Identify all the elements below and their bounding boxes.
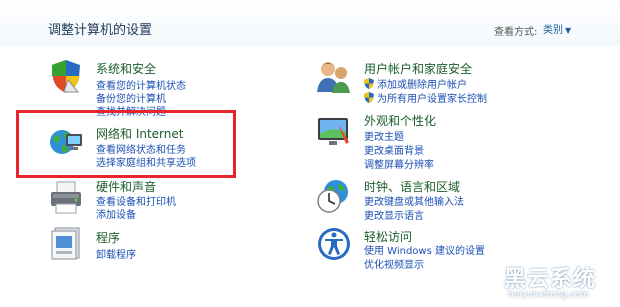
- link-desktop-background[interactable]: 更改桌面背景: [364, 142, 424, 157]
- view-by-dropdown[interactable]: 类别 ▼: [543, 21, 571, 36]
- category-title[interactable]: 外观和个性化: [364, 112, 436, 129]
- dropdown-arrow-icon: ▼: [565, 26, 572, 35]
- link-change-display-language[interactable]: 更改显示语言: [364, 207, 424, 222]
- view-by-value: 类别: [543, 25, 563, 36]
- link-add-remove-users[interactable]: 添加或删除用户帐户: [364, 76, 467, 91]
- category-title[interactable]: 用户帐户和家庭安全: [364, 60, 472, 77]
- link-optimize-visual-display[interactable]: 优化视频显示: [364, 256, 424, 271]
- link-label: 为所有用户设置家长控制: [377, 94, 487, 105]
- category-title[interactable]: 系统和安全: [96, 60, 156, 77]
- security-shield-icon: [52, 60, 80, 93]
- appearance-monitor-icon: [318, 118, 349, 145]
- watermark: 黑云系统 heiyunxitong.com: [458, 258, 620, 307]
- link-change-theme[interactable]: 更改主题: [364, 128, 404, 143]
- link-add-device[interactable]: 添加设备: [96, 206, 136, 221]
- page-title: 调整计算机的设置: [48, 23, 153, 38]
- watermark-name: 黑云系统: [504, 267, 597, 292]
- category-title[interactable]: 程序: [96, 229, 120, 246]
- printer-icon: [51, 181, 81, 214]
- uac-shield-icon: [364, 92, 374, 103]
- view-by-label: 查看方式:: [494, 27, 538, 38]
- watermark-url: heiyunxitong.com: [508, 290, 589, 300]
- link-parental-controls[interactable]: 为所有用户设置家长控制: [364, 90, 487, 105]
- link-change-input-method[interactable]: 更改键盘或其他输入法: [364, 193, 464, 208]
- ease-of-access-icon: [318, 228, 350, 260]
- uac-shield-icon: [364, 78, 374, 89]
- link-screen-resolution[interactable]: 调整屏幕分辨率: [364, 156, 434, 171]
- clock-globe-icon: [317, 180, 348, 213]
- link-uninstall-program[interactable]: 卸载程序: [96, 246, 136, 261]
- users-icon: [317, 62, 350, 93]
- link-windows-recommended-settings[interactable]: 使用 Windows 建议的设置: [364, 242, 485, 257]
- programs-icon: [51, 227, 80, 260]
- cloud-logo-icon: [459, 260, 497, 298]
- highlight-box: [16, 110, 236, 178]
